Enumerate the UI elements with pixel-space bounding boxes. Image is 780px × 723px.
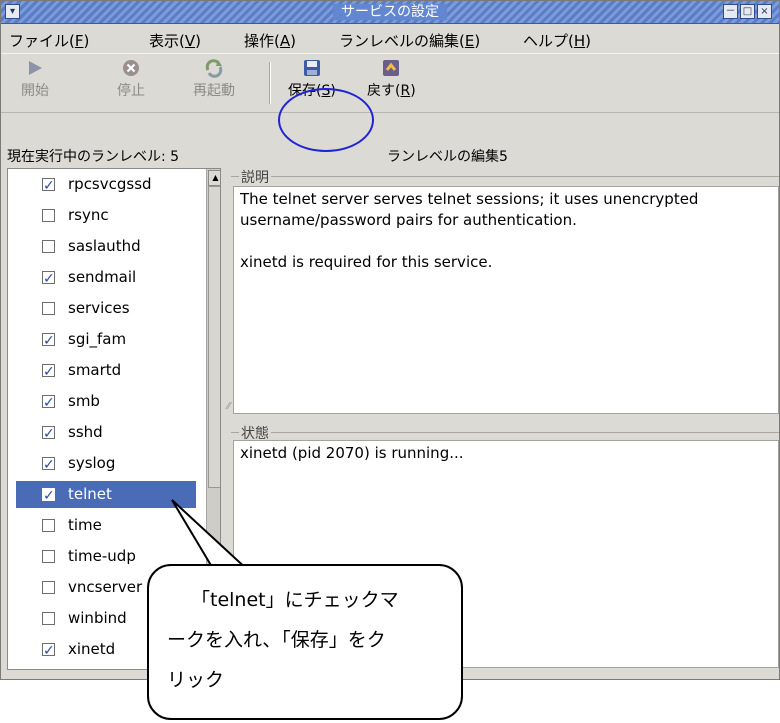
callout-line: 「telnet」にチェックマ <box>191 589 399 611</box>
callout-line: ークを入れ、「保存」をク <box>167 629 386 651</box>
callout-text: 「telnet」にチェックマ ークを入れ、「保存」をク リック <box>167 580 457 700</box>
callout-line: リック <box>167 669 225 691</box>
callout-join <box>204 571 248 575</box>
instruction-callout: 「telnet」にチェックマ ークを入れ、「保存」をク リック <box>147 564 463 720</box>
